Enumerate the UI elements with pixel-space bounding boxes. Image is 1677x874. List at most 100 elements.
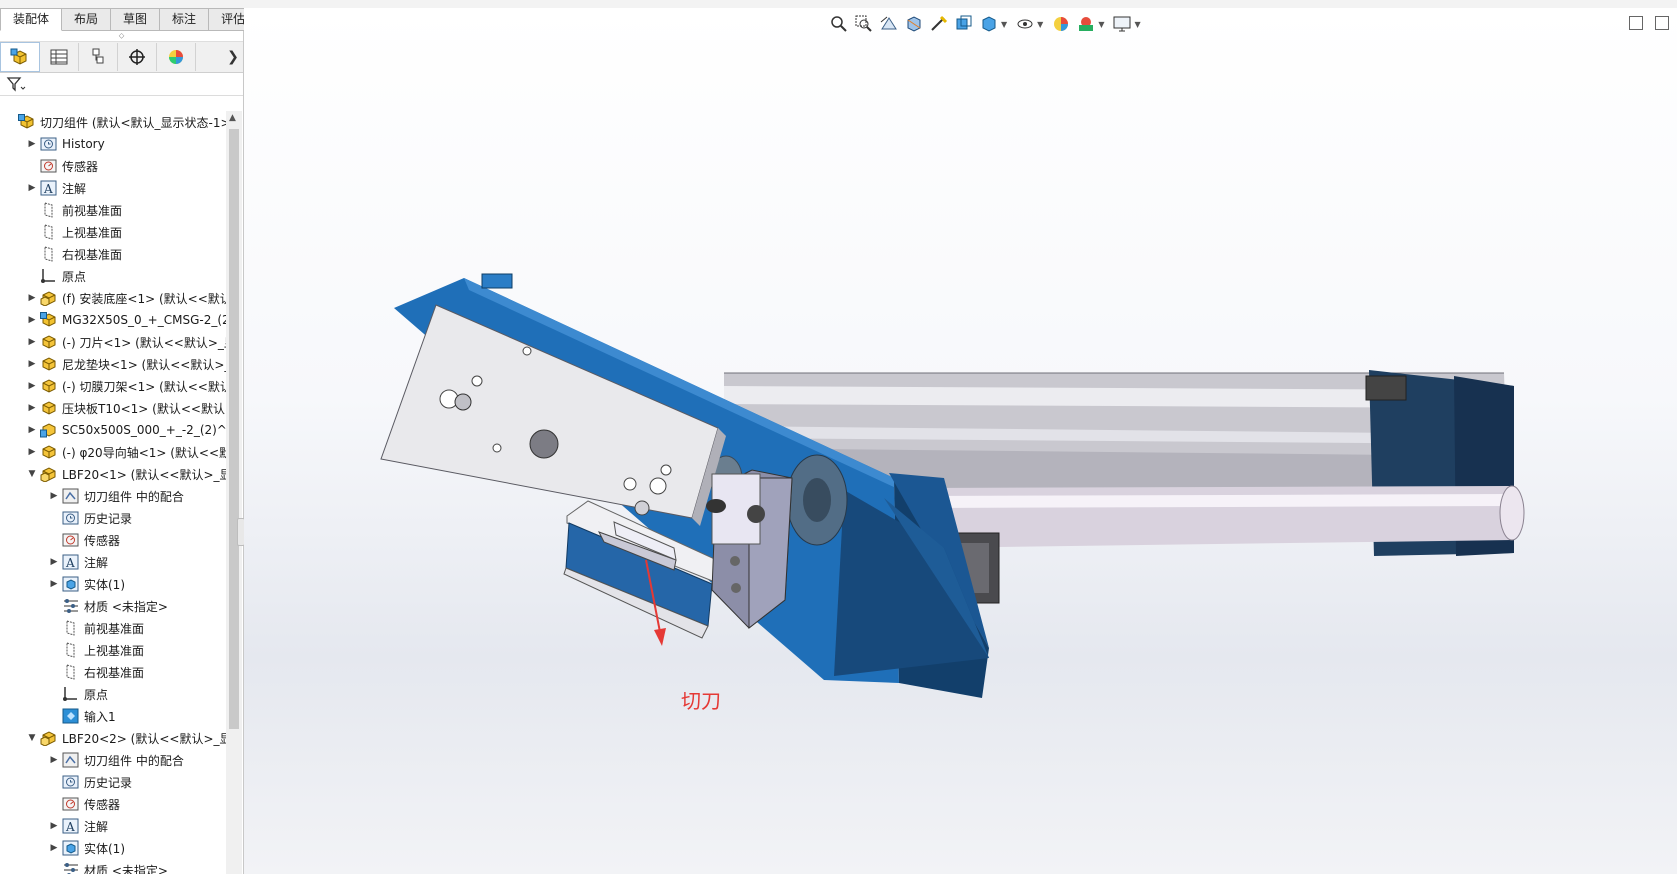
expand-toggle-icon[interactable]: ▶ — [26, 183, 38, 193]
tree-node-label: 历史记录 — [84, 775, 133, 790]
tree-node[interactable]: 传感器 — [0, 793, 226, 815]
expand-toggle-icon[interactable]: ▶ — [26, 425, 38, 435]
tree-node[interactable]: 原点 — [0, 265, 226, 287]
sensor-icon — [40, 158, 58, 174]
tab-0[interactable]: 装配体 — [0, 8, 63, 31]
tree-node[interactable]: 上视基准面 — [0, 639, 226, 661]
tree-node-label: LBF20<1> (默认<<默认>_显示状态 — [62, 467, 226, 482]
pane-grip[interactable]: ⬦ — [0, 31, 243, 42]
tab-1[interactable]: 布局 — [62, 8, 112, 31]
tree-node[interactable]: ▶ 切刀组件 中的配合 — [0, 485, 226, 507]
plane-icon — [40, 202, 58, 218]
blade-holder — [706, 469, 793, 630]
tree-node[interactable]: 上视基准面 — [0, 221, 226, 243]
tree-node[interactable]: ▶ A 注解 — [0, 551, 226, 573]
filter-row — [0, 73, 243, 96]
expand-toggle-icon[interactable]: ▶ — [48, 843, 60, 853]
graphics-area[interactable]: ▼ ▼ ▼ ▼ 切刀 — [244, 8, 1677, 874]
tree-node[interactable]: 原点 — [0, 683, 226, 705]
expand-toggle-icon[interactable]: ▶ — [48, 491, 60, 501]
tree-node[interactable]: 历史记录 — [0, 771, 226, 793]
tree-node[interactable]: 前视基准面 — [0, 199, 226, 221]
history-icon — [62, 510, 80, 526]
history-icon — [62, 774, 80, 790]
part-yellow-icon — [40, 444, 58, 460]
tab-3[interactable]: 标注 — [160, 8, 210, 31]
tree-node[interactable]: ▶ SC50x500S_000_+_-2_(2)^SC50x — [0, 419, 226, 441]
tree-root-node[interactable]: 切刀组件 (默认<默认_显示状态-1>) — [0, 111, 226, 133]
cad-model[interactable] — [244, 8, 1677, 874]
tree-node-label: 前视基准面 — [84, 621, 145, 636]
annotation-icon: A — [62, 554, 80, 570]
assembly-yellow-icon — [40, 466, 58, 482]
expand-toggle-icon[interactable]: ▼ — [26, 733, 38, 743]
tree-node[interactable]: ▶ (f) 安装底座<1> (默认<<默认>_显示 — [0, 287, 226, 309]
expand-toggle-icon[interactable]: ▶ — [26, 139, 38, 149]
dimxpert-manager-tab[interactable] — [118, 43, 157, 71]
tree-node[interactable]: 材质 <未指定> — [0, 859, 226, 874]
expand-toggle-icon[interactable]: ▶ — [26, 293, 38, 303]
scrollbar-thumb[interactable] — [229, 129, 239, 729]
svg-text:A: A — [43, 182, 53, 196]
tree-node[interactable]: 材质 <未指定> — [0, 595, 226, 617]
property-manager-tab[interactable] — [40, 43, 79, 71]
expand-toggle-icon[interactable]: ▶ — [48, 821, 60, 831]
expand-toggle-icon[interactable]: ▶ — [26, 315, 38, 325]
tree-node[interactable]: ▶ 压块板T10<1> (默认<<默认>_显示 — [0, 397, 226, 419]
expand-toggle-icon[interactable]: ▶ — [48, 755, 60, 765]
plane-icon — [62, 620, 80, 636]
plane-icon — [40, 224, 58, 240]
tree-node[interactable]: ▶ A 注解 — [0, 815, 226, 837]
tree-node-label: 右视基准面 — [84, 665, 145, 680]
tree-node[interactable]: ▶ (-) 切膜刀架<1> (默认<<默认>_显 — [0, 375, 226, 397]
tree-node[interactable]: 右视基准面 — [0, 243, 226, 265]
solid-icon — [62, 576, 80, 592]
tree-node-label: SC50x500S_000_+_-2_(2)^SC50x — [62, 423, 226, 437]
tree-node[interactable]: ▶ History — [0, 133, 226, 155]
filter-icon[interactable] — [6, 76, 26, 92]
mates-icon — [62, 488, 80, 504]
expand-toggle-icon[interactable]: ▶ — [26, 359, 38, 369]
tree-node-label: (-) 刀片<1> (默认<<默认>_显示状 — [62, 335, 226, 350]
tree-node[interactable]: ▶ 尼龙垫块<1> (默认<<默认>_显示状 — [0, 353, 226, 375]
part-yellow-icon — [40, 378, 58, 394]
tree-node-label: History — [62, 137, 105, 151]
expand-toggle-icon[interactable]: ▶ — [26, 337, 38, 347]
tree-node-label: 压块板T10<1> (默认<<默认>_显示 — [62, 401, 226, 416]
tree-node[interactable]: ▶ (-) 刀片<1> (默认<<默认>_显示状 — [0, 331, 226, 353]
tree-node[interactable]: 输入1 — [0, 705, 226, 727]
expand-toggle-icon[interactable]: ▶ — [48, 557, 60, 567]
tab-2[interactable]: 草图 — [111, 8, 161, 31]
expand-toggle-icon[interactable]: ▶ — [26, 381, 38, 391]
feature-manager-tab[interactable] — [0, 42, 40, 72]
tree-node[interactable]: 传感器 — [0, 529, 226, 551]
tree-node[interactable]: ▶ 实体(1) — [0, 837, 226, 859]
expand-toggle-icon[interactable]: ▶ — [26, 403, 38, 413]
expand-toggle-icon[interactable]: ▼ — [26, 469, 38, 479]
tree-node[interactable]: ▶ 实体(1) — [0, 573, 226, 595]
tree-node[interactable]: ▼ LBF20<1> (默认<<默认>_显示状态 — [0, 463, 226, 485]
annotation-icon: A — [40, 180, 58, 196]
pane-more-button[interactable]: ❯ — [223, 49, 243, 65]
tree-node[interactable]: ▼ LBF20<2> (默认<<默认>_显示状态 — [0, 727, 226, 749]
tree-node[interactable]: ▶ 切刀组件 中的配合 — [0, 749, 226, 771]
tree-node[interactable]: 右视基准面 — [0, 661, 226, 683]
expand-toggle-icon[interactable]: ▶ — [26, 447, 38, 457]
tree-node-label: 上视基准面 — [62, 225, 123, 240]
tree-node[interactable]: 历史记录 — [0, 507, 226, 529]
expand-toggle-icon[interactable]: ▶ — [48, 579, 60, 589]
configuration-manager-tab[interactable] — [79, 43, 118, 71]
tree-node[interactable]: 前视基准面 — [0, 617, 226, 639]
scroll-up-icon[interactable]: ▲ — [229, 113, 236, 123]
tree-scrollbar[interactable]: ▲ — [226, 111, 242, 874]
tree-node-label: 切刀组件 中的配合 — [84, 489, 184, 504]
tree-node-label: 原点 — [62, 269, 87, 284]
tree-node[interactable]: 传感器 — [0, 155, 226, 177]
tree-node-label: 传感器 — [84, 797, 121, 812]
part-yellow-icon — [40, 400, 58, 416]
tree-node[interactable]: ▶ MG32X50S_0_+_CMSG-2_(2)^MG — [0, 309, 226, 331]
display-manager-tab[interactable] — [157, 43, 196, 71]
tree-node[interactable]: ▶ (-) φ20导向轴<1> (默认<<默认>_显 — [0, 441, 226, 463]
tree-node-label: 注解 — [84, 555, 109, 570]
tree-node[interactable]: ▶ A 注解 — [0, 177, 226, 199]
